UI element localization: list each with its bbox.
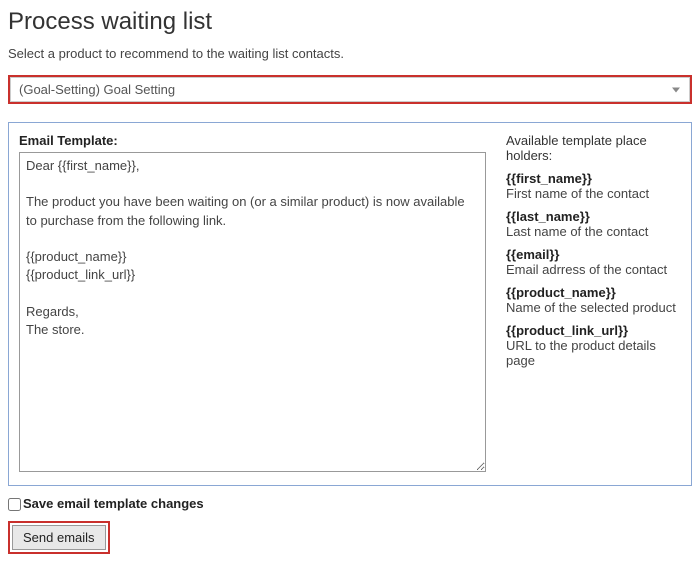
placeholder-token: {{product_name}} [506, 285, 681, 300]
send-button-highlight: Send emails [8, 521, 110, 554]
placeholder-item: {{product_name}} Name of the selected pr… [506, 285, 681, 315]
product-select-highlight: (Goal-Setting) Goal Setting [8, 75, 692, 104]
email-template-label: Email Template: [19, 133, 486, 148]
email-template-textarea[interactable] [19, 152, 486, 472]
email-template-panel: Email Template: Available template place… [8, 122, 692, 486]
placeholder-desc: First name of the contact [506, 186, 681, 201]
save-template-label-text: Save email template changes [23, 496, 204, 511]
placeholder-desc: Email adrress of the contact [506, 262, 681, 277]
placeholder-item: {{first_name}} First name of the contact [506, 171, 681, 201]
placeholder-item: {{email}} Email adrress of the contact [506, 247, 681, 277]
product-select[interactable]: (Goal-Setting) Goal Setting [10, 77, 690, 102]
placeholders-heading: Available template place holders: [506, 133, 647, 163]
page-subtitle: Select a product to recommend to the wai… [8, 46, 692, 61]
placeholder-desc: URL to the product details page [506, 338, 681, 368]
placeholder-list: {{first_name}} First name of the contact… [506, 171, 681, 368]
save-template-label[interactable]: Save email template changes [8, 496, 204, 511]
placeholder-desc: Last name of the contact [506, 224, 681, 239]
placeholder-item: {{product_link_url}} URL to the product … [506, 323, 681, 368]
send-emails-button[interactable]: Send emails [12, 525, 106, 550]
save-template-checkbox[interactable] [8, 498, 21, 511]
placeholder-token: {{last_name}} [506, 209, 681, 224]
placeholder-desc: Name of the selected product [506, 300, 681, 315]
placeholder-token: {{email}} [506, 247, 681, 262]
placeholder-item: {{last_name}} Last name of the contact [506, 209, 681, 239]
page-title: Process waiting list [8, 8, 692, 36]
placeholder-token: {{product_link_url}} [506, 323, 681, 338]
placeholder-token: {{first_name}} [506, 171, 681, 186]
